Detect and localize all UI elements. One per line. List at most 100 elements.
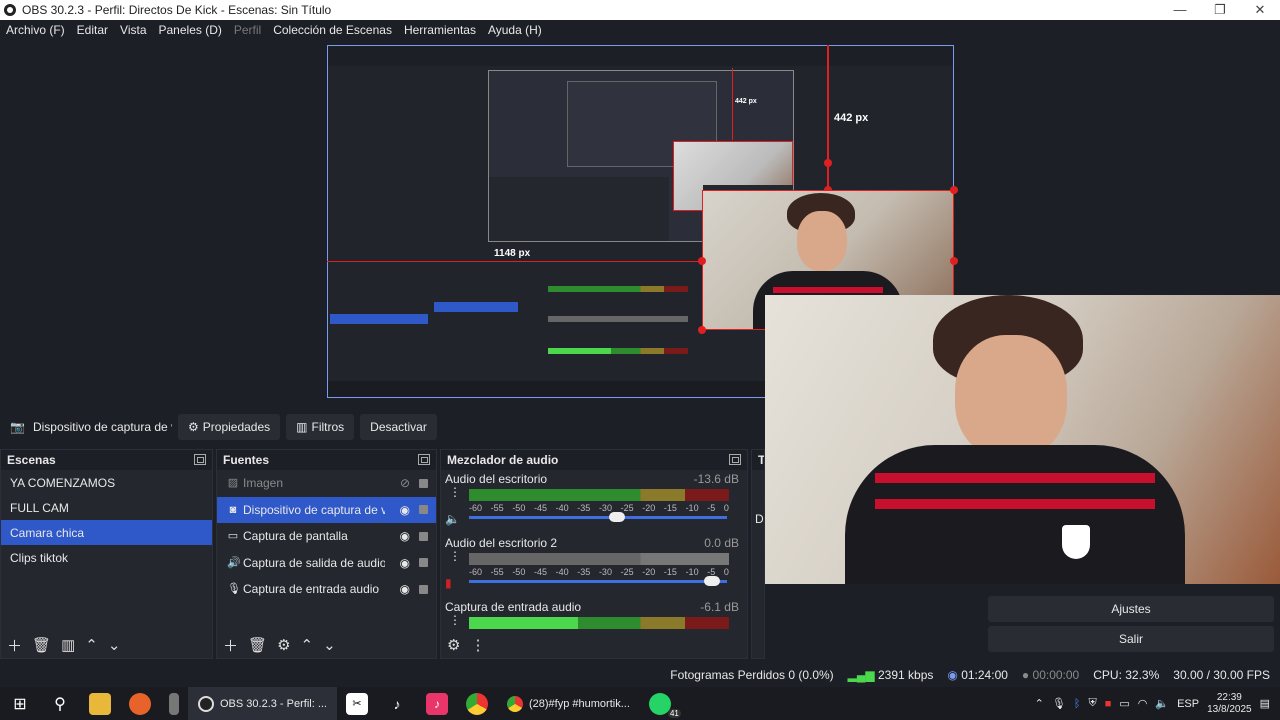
scene-item-selected[interactable]: Camara chica	[1, 520, 212, 545]
add-icon[interactable]: ＋	[223, 635, 238, 656]
menu-help[interactable]: Ayuda (H)	[482, 23, 548, 37]
trash-icon[interactable]: 🗑	[32, 636, 51, 654]
more-options-icon[interactable]: ⋮	[449, 486, 461, 498]
eye-icon[interactable]: ◉	[400, 529, 410, 543]
menu-profile[interactable]: Perfil	[228, 23, 267, 37]
volume-meter	[469, 617, 729, 629]
record-icon[interactable]: ■	[1105, 698, 1112, 710]
taskbar-browser-window[interactable]: (28)#fyp #humortik...	[497, 687, 640, 720]
file-explorer-icon[interactable]	[89, 692, 111, 715]
bluetooth-icon[interactable]: ᛒ	[1074, 698, 1081, 710]
undock-icon[interactable]	[418, 454, 430, 465]
measure-guide-handle	[824, 159, 832, 167]
speaker-icon[interactable]: 🔈	[445, 512, 460, 526]
signal-bars-icon: ▂▄▆	[847, 668, 875, 682]
mic-icon[interactable]: 🎙	[1052, 697, 1066, 710]
more-options-icon[interactable]: ⋮	[449, 614, 461, 626]
scene-item[interactable]: FULL CAM	[1, 495, 212, 520]
eye-icon[interactable]: ◉	[400, 503, 410, 517]
lock-icon[interactable]	[419, 505, 428, 515]
chevron-up-icon[interactable]: ⌃	[301, 636, 314, 654]
menu-file[interactable]: Archivo (F)	[0, 23, 71, 37]
notifications-icon[interactable]: ▤	[1260, 697, 1270, 710]
source-item[interactable]: 🔊 Captura de salida de audio ◉	[217, 550, 436, 577]
source-toolbar: 📷 Dispositivo de captura de v ⚙ Propieda…	[0, 412, 760, 442]
muted-speaker-icon[interactable]: ▮	[445, 576, 452, 590]
trash-icon[interactable]: 🗑	[248, 636, 267, 654]
scene-item[interactable]: Clips tiktok	[1, 545, 212, 570]
chrome-icon[interactable]	[466, 692, 488, 715]
transitions-title: Tr	[752, 450, 764, 470]
gear-icon[interactable]: ⚙	[447, 636, 460, 654]
bitrate-value: 2391 kbps	[877, 668, 934, 682]
volume-icon[interactable]: 🔈	[1155, 697, 1169, 710]
volume-slider[interactable]	[469, 512, 727, 522]
deactivate-button[interactable]: Desactivar	[360, 414, 437, 440]
undock-icon[interactable]	[729, 454, 741, 465]
menu-view[interactable]: Vista	[114, 23, 152, 37]
volume-knob[interactable]	[703, 576, 720, 586]
scene-item[interactable]: YA COMENZAMOS	[1, 470, 212, 495]
scenes-dock: Escenas YA COMENZAMOS FULL CAM Camara ch…	[0, 449, 213, 659]
system-clock[interactable]: 22:39 13/8/2025	[1207, 692, 1252, 716]
close-button[interactable]: ✕	[1240, 0, 1280, 20]
add-icon[interactable]: ＋	[7, 635, 22, 656]
chevron-down-icon[interactable]: ⌄	[323, 636, 336, 654]
search-icon[interactable]: ⚲	[49, 693, 71, 715]
battery-icon[interactable]: ▭	[1119, 697, 1129, 710]
source-item-selected[interactable]: ◙ Dispositivo de captura de vid ◉	[217, 496, 436, 523]
webcam-preview-large[interactable]	[765, 295, 1280, 584]
lock-icon[interactable]	[419, 584, 428, 594]
resize-handle[interactable]	[698, 326, 706, 334]
menu-docks[interactable]: Paneles (D)	[153, 23, 228, 37]
stream-timer: ◉ 01:24:00	[947, 668, 1008, 682]
meter-scale-tick: -15	[663, 567, 677, 577]
filters-button[interactable]: ▥ Filtros	[286, 414, 355, 440]
resize-handle[interactable]	[950, 186, 958, 194]
source-item[interactable]: ▭ Captura de pantalla ◉	[217, 523, 436, 550]
eye-icon[interactable]: ◉	[400, 556, 410, 570]
gear-icon[interactable]: ⚙	[277, 636, 290, 654]
volume-knob[interactable]	[609, 512, 626, 522]
volume-slider[interactable]	[469, 576, 727, 586]
menu-tools[interactable]: Herramientas	[398, 23, 482, 37]
windows-start-icon[interactable]: ⊞	[9, 693, 31, 715]
resize-handle[interactable]	[950, 257, 958, 265]
lock-icon[interactable]	[419, 531, 428, 541]
language-indicator[interactable]: ESP	[1177, 698, 1199, 710]
chevron-up-icon[interactable]: ⌃	[1035, 697, 1044, 710]
capcut-icon[interactable]: ✂	[346, 692, 368, 715]
gear-icon: ⚙	[188, 420, 199, 434]
maximize-button[interactable]: ❐	[1200, 0, 1240, 20]
resize-handle[interactable]	[698, 257, 706, 265]
firefox-icon[interactable]	[129, 692, 151, 715]
more-options-icon[interactable]: ⋮	[449, 550, 461, 562]
eye-hidden-icon[interactable]: ⊘	[400, 476, 410, 490]
lock-icon[interactable]	[419, 478, 428, 488]
source-item[interactable]: 🎙 Captura de entrada audio ◉	[217, 576, 436, 603]
lock-icon[interactable]	[419, 558, 428, 568]
shield-icon[interactable]: ⛨	[1088, 697, 1096, 710]
usb-drive-icon[interactable]	[169, 692, 179, 715]
properties-button[interactable]: ⚙ Propiedades	[178, 414, 281, 440]
filter-icon[interactable]: ▥	[61, 636, 75, 654]
wifi-icon[interactable]: ◠	[1138, 697, 1148, 710]
settings-button[interactable]: Ajustes	[988, 596, 1274, 622]
eye-icon[interactable]: ◉	[400, 582, 410, 596]
more-options-icon[interactable]: ⋮	[470, 636, 485, 654]
whatsapp-icon[interactable]: 41	[648, 692, 681, 718]
minimize-button[interactable]: —	[1160, 0, 1200, 20]
exit-button[interactable]: Salir	[988, 626, 1274, 652]
source-label: Captura de pantalla	[243, 529, 348, 544]
menu-edit[interactable]: Editar	[71, 23, 114, 37]
meter-scale-tick: -60	[469, 503, 483, 513]
tiktok-icon[interactable]: ♪	[386, 693, 408, 715]
chevron-down-icon[interactable]: ⌄	[108, 636, 121, 654]
undock-icon[interactable]	[194, 454, 206, 465]
chevron-up-icon[interactable]: ⌃	[85, 636, 98, 654]
tiktok-live-icon[interactable]: ♪	[426, 692, 448, 715]
menu-scene-collection[interactable]: Colección de Escenas	[267, 23, 398, 37]
window-titlebar: OBS 30.2.3 - Perfil: Directos De Kick - …	[0, 0, 1280, 20]
taskbar-obs-window[interactable]: OBS 30.2.3 - Perfil: ...	[188, 687, 337, 720]
source-item[interactable]: ▨ Imagen ⊘	[217, 470, 436, 497]
